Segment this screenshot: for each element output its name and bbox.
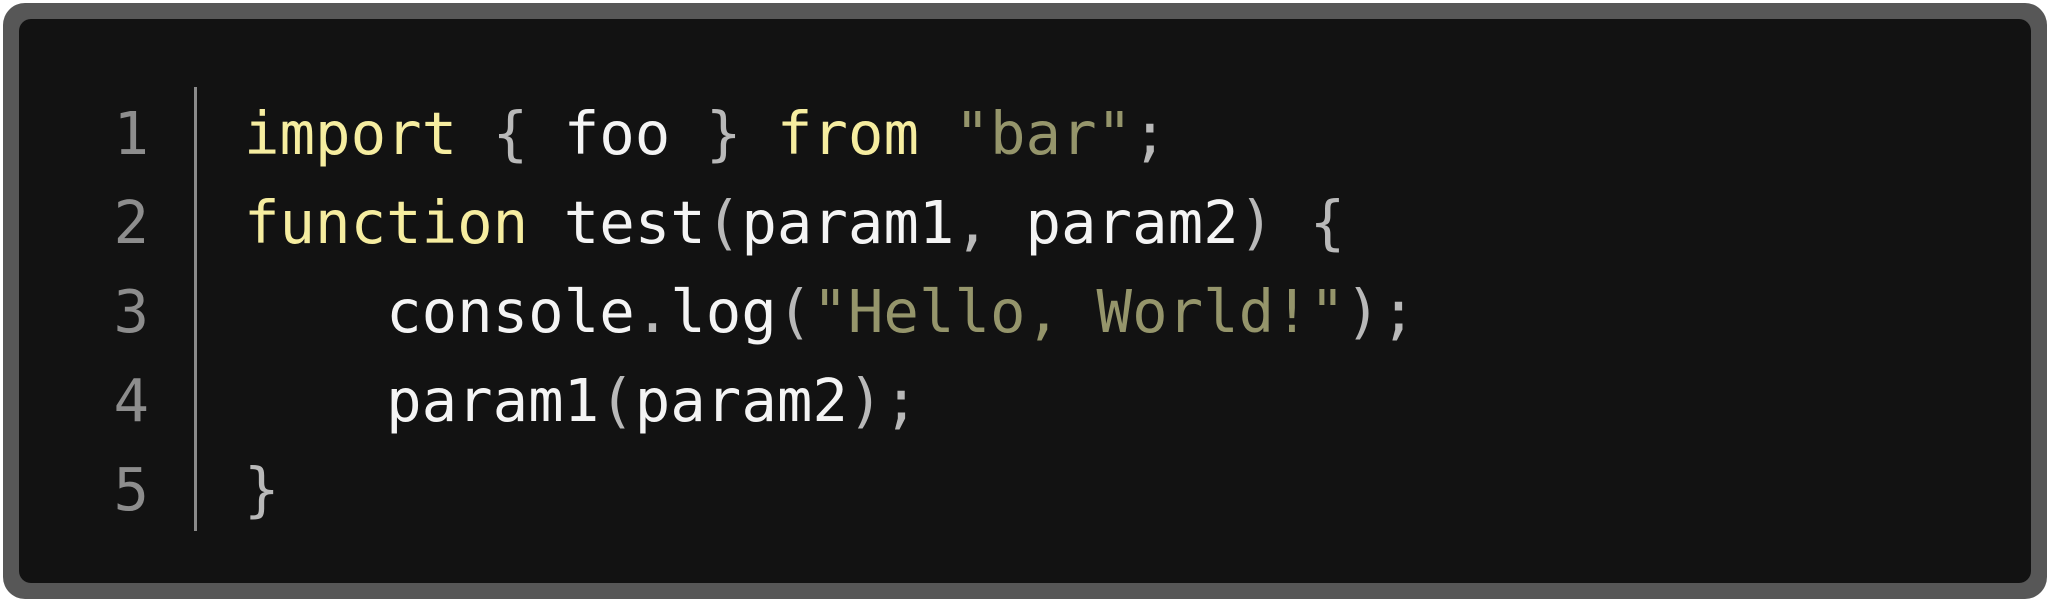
code-lines[interactable]: import { foo } from "bar"; function test(… bbox=[244, 89, 1416, 534]
code-token: ); bbox=[1345, 277, 1417, 346]
code-line[interactable]: function test(param1, param2) { bbox=[244, 178, 1416, 267]
code-token: param2 bbox=[989, 188, 1239, 257]
code-token: foo bbox=[528, 99, 706, 168]
code-token: import bbox=[244, 99, 458, 168]
code-token: ); bbox=[847, 366, 919, 435]
code-area: 12345 import { foo } from "bar"; function… bbox=[19, 19, 2031, 583]
line-number: 1 bbox=[113, 99, 149, 168]
code-line[interactable]: param1(param2); bbox=[244, 356, 1416, 445]
code-token: } bbox=[244, 455, 280, 524]
code-token: test bbox=[528, 188, 706, 257]
code-token: "bar" bbox=[954, 99, 1133, 168]
line-number: 2 bbox=[113, 188, 149, 257]
code-line[interactable]: console.log("Hello, World!"); bbox=[244, 267, 1416, 356]
gutter-divider bbox=[194, 87, 197, 531]
code-token: param2 bbox=[634, 366, 848, 435]
code-token: param1 bbox=[244, 366, 600, 435]
code-token: log bbox=[670, 277, 777, 346]
code-token: . bbox=[634, 277, 671, 346]
line-number: 5 bbox=[113, 455, 149, 524]
code-token: ( bbox=[776, 277, 813, 346]
code-token: "Hello, World!" bbox=[812, 277, 1346, 346]
code-window-frame: 12345 import { foo } from "bar"; function… bbox=[3, 3, 2047, 599]
code-editor[interactable]: 12345 import { foo } from "bar"; function… bbox=[19, 19, 2031, 583]
code-token: ) bbox=[1238, 188, 1275, 257]
code-token: ( bbox=[705, 188, 742, 257]
line-number: 4 bbox=[113, 366, 149, 435]
code-line[interactable]: } bbox=[244, 445, 1416, 534]
line-number: 3 bbox=[113, 277, 149, 346]
code-token: console bbox=[244, 277, 635, 346]
line-number-gutter: 1 2 3 4 5 bbox=[19, 89, 149, 534]
code-token: param1 bbox=[741, 188, 955, 257]
code-token: ; bbox=[1132, 99, 1168, 168]
code-token: ( bbox=[599, 366, 635, 435]
code-token: { bbox=[1309, 188, 1346, 257]
code-token: , bbox=[954, 188, 990, 257]
code-token: from bbox=[776, 99, 919, 168]
code-token: function bbox=[244, 188, 529, 257]
code-token: { bbox=[492, 99, 529, 168]
code-line[interactable]: import { foo } from "bar"; bbox=[244, 89, 1416, 178]
code-token: } bbox=[705, 99, 742, 168]
